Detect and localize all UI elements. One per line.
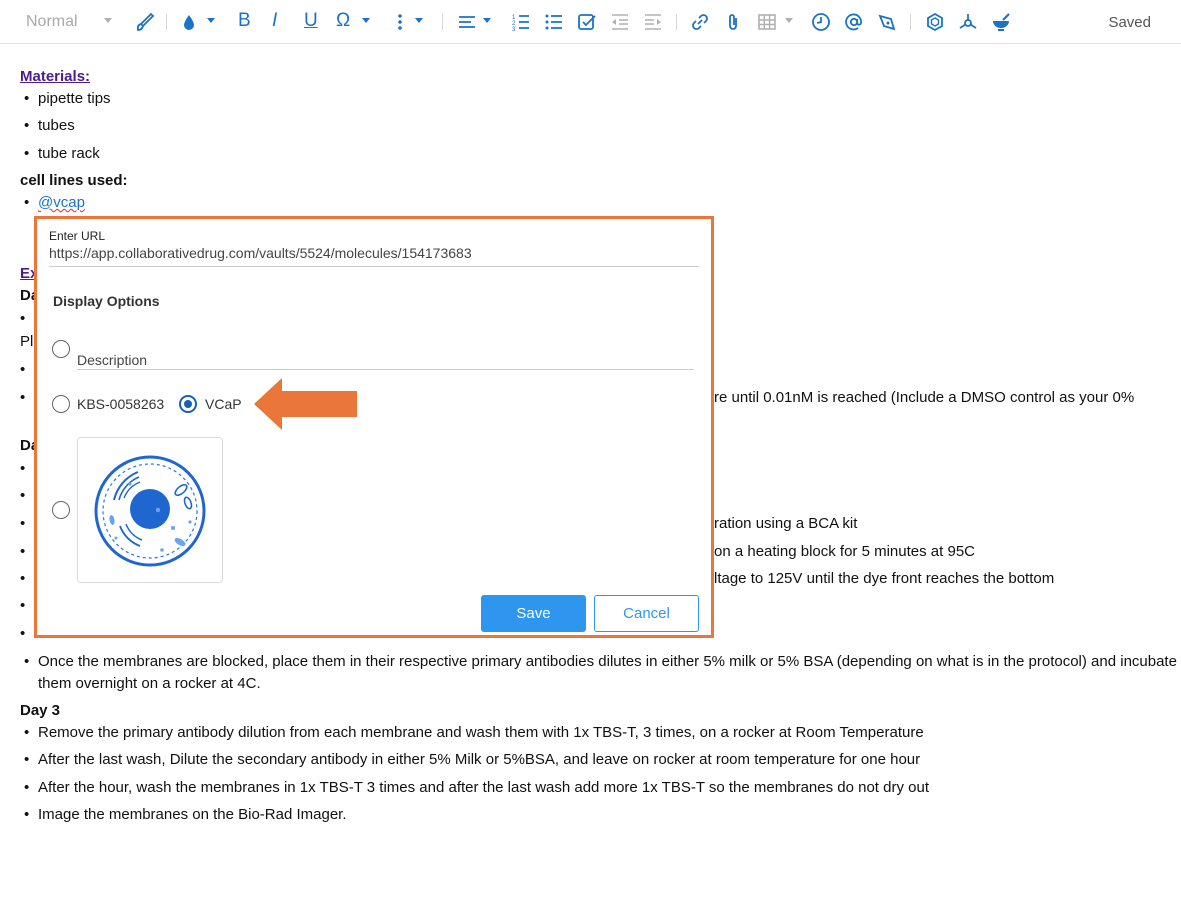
annotation-arrow-icon [254,378,357,430]
list-item: After the hour, wash the membranes in 1x… [20,779,929,796]
save-button[interactable]: Save [481,595,586,632]
list-item: tubes [20,117,75,134]
image-option-radio[interactable] [52,501,70,519]
bullet-partial: • [20,487,26,504]
vcap-option-label[interactable]: VCaP [205,396,242,412]
cell-line-mention-link[interactable]: @vcap [38,194,85,211]
list-item: pipette tips [20,90,111,107]
bullet-partial: • [20,361,26,378]
list-item: Remove the primary antibody dilution fro… [20,724,924,741]
cell-image-icon [94,455,206,567]
materials-heading[interactable]: Materials: [20,68,90,85]
bullet-partial: • [20,543,26,560]
kbs-option-radio[interactable] [52,395,70,413]
url-field-label: Enter URL [49,229,106,243]
bullet-partial: • [20,460,26,477]
bullet-partial: • [20,389,26,406]
url-input[interactable]: https://app.collaborativedrug.com/vaults… [49,245,472,261]
cancel-button[interactable]: Cancel [594,595,699,632]
text-fragment: re until 0.01nM is reached (Include a DM… [714,389,1135,406]
description-input[interactable]: Description [77,352,147,368]
text-partial: Pl [20,333,34,350]
link-display-dialog: Enter URL https://app.collaborativedrug.… [34,216,714,638]
text-fragment: on a heating block for 5 minutes at 95C [714,543,975,560]
list-item: Image the membranes on the Bio-Rad Image… [20,806,347,823]
list-item: @vcap [20,194,85,211]
cell-image-preview[interactable] [77,437,223,583]
list-item-continuation: them overnight on a rocker at 4C. [38,675,261,692]
text-fragment: ration using a BCA kit [714,515,858,532]
text-fragment: ltage to 125V until the dye front reache… [714,570,1055,587]
list-item: Once the membranes are blocked, place th… [20,653,1177,670]
bullet-partial: • [20,310,26,327]
day3-heading: Day 3 [20,702,61,719]
list-item: After the last wash, Dilute the secondar… [20,751,920,768]
bullet-partial: • [20,597,26,614]
display-options-title: Display Options [53,293,160,309]
bullet-partial: • [20,515,26,532]
cell-lines-heading: cell lines used: [20,172,128,189]
url-input-underline [49,266,699,267]
bullet-partial: • [20,625,26,642]
vcap-option-radio[interactable] [179,395,197,413]
description-option-radio[interactable] [52,340,70,358]
kbs-option-label[interactable]: KBS-0058263 [77,396,164,412]
description-input-underline [77,369,694,370]
list-item: tube rack [20,145,100,162]
bullet-partial: • [20,570,26,587]
